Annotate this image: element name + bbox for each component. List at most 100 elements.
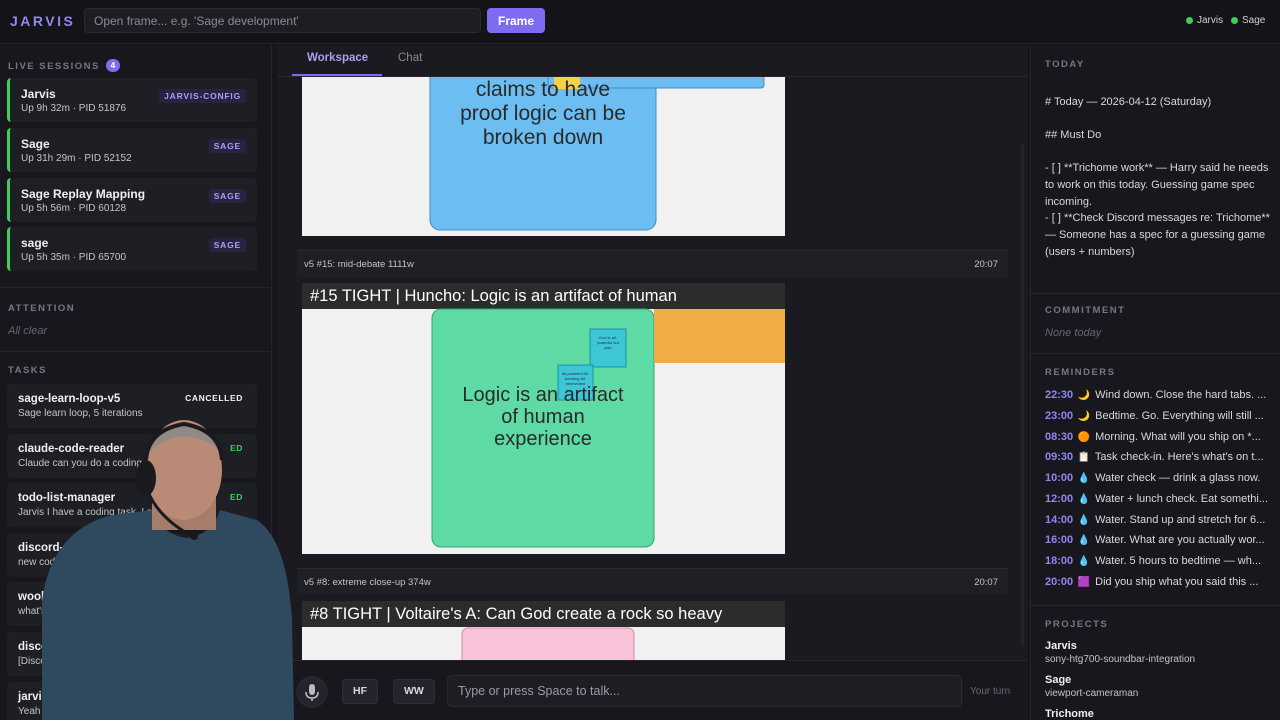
open-frame-input[interactable] <box>84 8 481 33</box>
ww-button[interactable]: WW <box>393 679 435 704</box>
hf-button[interactable]: HF <box>342 679 378 704</box>
status-jarvis: Jarvis <box>1186 15 1223 26</box>
scrollbar[interactable] <box>1021 145 1024 645</box>
moon-icon: 🌙 <box>1077 390 1091 401</box>
workspace-feed[interactable]: claims to have proof logic can be broken… <box>277 77 1028 660</box>
frame-thumbnail[interactable]: #15 TIGHT | Huncho: Logic is an artifact… <box>302 283 785 554</box>
task-status: CANCELLED <box>185 393 243 403</box>
water-drop-icon: 💧 <box>1077 473 1091 484</box>
frame-caption: v5 #8: extreme close-up 374w 20:07 <box>297 568 1008 595</box>
live-sessions-count: 4 <box>105 59 120 72</box>
todo-item: - [ ] **Check Discord messages re: Trich… <box>1045 212 1270 258</box>
divider <box>0 351 271 352</box>
reminder-item[interactable]: 10:00 💧 Water check — drink a glass now. <box>1045 472 1267 492</box>
project-name[interactable]: Sage <box>1045 674 1071 686</box>
composer-bar: HF WW Your turn <box>277 660 1028 720</box>
session-name: Sage Replay Mapping <box>21 187 146 201</box>
reminders-heading: REMINDERS <box>1045 367 1116 378</box>
webcam-person-image <box>42 420 294 720</box>
reminder-item[interactable]: 09:30 📋 Task check-in. Here's what's on … <box>1045 451 1267 471</box>
turn-indicator: Your turn <box>970 686 1011 697</box>
frame-text: claims to have proof logic can be broken… <box>460 78 626 149</box>
frame-illustration <box>461 627 635 660</box>
water-drop-icon: 💧 <box>1077 515 1091 526</box>
session-meta: Up 9h 32m · PID 51876 <box>21 103 127 114</box>
reminder-item[interactable]: 12:00 💧 Water + lunch check. Eat somethi… <box>1045 493 1267 513</box>
right-sidebar: TODAY # Today — 2026-04-12 (Saturday) ##… <box>1030 45 1280 720</box>
attention-heading: ATTENTION <box>8 303 76 314</box>
divider <box>0 287 271 288</box>
must-do-heading: ## Must Do <box>1045 129 1102 141</box>
today-heading: TODAY <box>1045 59 1085 70</box>
frame-button[interactable]: Frame <box>487 8 545 33</box>
project-branch: sony-htg700-soundbar-integration <box>1045 654 1196 665</box>
today-date: # Today — 2026-04-12 (Saturday) <box>1045 96 1212 108</box>
attention-empty: All clear <box>8 325 48 337</box>
session-jarvis[interactable]: Jarvis Up 9h 32m · PID 51876 JARVIS-CONF… <box>7 78 257 122</box>
session-name: Jarvis <box>21 87 56 101</box>
microphone-icon <box>305 684 319 701</box>
session-meta: Up 5h 35m · PID 65700 <box>21 252 127 263</box>
reminder-item[interactable]: 08:30 🟠 Morning. What will you ship on *… <box>1045 431 1267 451</box>
commitment-empty: None today <box>1045 327 1102 339</box>
mic-button[interactable] <box>296 676 328 708</box>
moon-icon: 🌙 <box>1077 411 1091 422</box>
status-jarvis-label: Jarvis <box>1197 15 1224 26</box>
reminder-item[interactable]: 18:00 💧 Water. 5 hours to bedtime — wh..… <box>1045 555 1267 575</box>
session-name: sage <box>21 236 49 250</box>
tab-chat[interactable]: Chat <box>398 52 422 64</box>
session-tag: SAGE <box>208 238 246 252</box>
webcam-overlay <box>42 420 294 720</box>
reminder-item[interactable]: 14:00 💧 Water. Stand up and stretch for … <box>1045 514 1267 534</box>
reminder-item[interactable]: 22:30 🌙 Wind down. Close the hard tabs. … <box>1045 389 1267 409</box>
session-sage-lower[interactable]: sage Up 5h 35m · PID 65700 SAGE <box>7 227 257 271</box>
water-drop-icon: 💧 <box>1077 535 1091 546</box>
frame-time: 20:07 <box>974 259 998 270</box>
project-branch: viewport-cameraman <box>1045 688 1139 699</box>
main-panel: Workspace Chat claims to have proof logi… <box>277 45 1028 720</box>
sun-icon: 🟠 <box>1077 432 1091 443</box>
frame-caption: v5 #15: mid-debate 1111w 20:07 <box>297 250 1008 277</box>
divider <box>1031 293 1280 294</box>
live-sessions-heading: LIVE SESSIONS 4 <box>8 59 120 72</box>
session-name: Sage <box>21 137 50 151</box>
reminder-item[interactable]: 23:00 🌙 Bedtime. Go. Everything will sti… <box>1045 410 1267 430</box>
task-desc: Sage learn loop, 5 iterations <box>18 408 143 419</box>
session-sage-replay-mapping[interactable]: Sage Replay Mapping Up 5h 56m · PID 6012… <box>7 178 257 222</box>
status-sage-label: Sage <box>1242 15 1266 26</box>
water-drop-icon: 💧 <box>1077 494 1091 505</box>
task-name: sage-learn-loop-v5 <box>18 393 121 405</box>
app-logo: JARVIS <box>10 13 76 29</box>
divider <box>1031 353 1280 354</box>
session-tag: JARVIS-CONFIG <box>159 89 246 103</box>
frame-caption-label: v5 #8: extreme close-up 374w <box>304 577 431 588</box>
project-name[interactable]: Jarvis <box>1045 640 1077 652</box>
frame-time: 20:07 <box>974 577 998 588</box>
divider <box>1031 605 1280 606</box>
todo-item: - [ ] **Trichome work** — Harry said he … <box>1045 162 1269 208</box>
frame-thumbnail[interactable]: #8 TIGHT | Voltaire's A: Can God create … <box>302 601 785 660</box>
online-dot-icon <box>1186 17 1193 24</box>
online-dot-icon <box>1231 17 1238 24</box>
session-tag: SAGE <box>208 139 246 153</box>
session-meta: Up 5h 56m · PID 60128 <box>21 203 127 214</box>
frame-thumbnail[interactable]: claims to have proof logic can be broken… <box>302 77 785 236</box>
frame-text: Logic is an artifact of human experience <box>462 384 624 450</box>
tasks-heading: TASKS <box>8 365 47 376</box>
tab-workspace[interactable]: Workspace <box>307 52 368 64</box>
commitment-heading: COMMITMENT <box>1045 305 1126 316</box>
reminder-item[interactable]: 16:00 💧 Water. What are you actually wor… <box>1045 534 1267 554</box>
reminder-item[interactable]: 20:00 🟪 Did you ship what you said this … <box>1045 576 1267 596</box>
sticky-note-1: God is all-powerful but pain <box>597 335 619 350</box>
session-sage[interactable]: Sage Up 31h 29m · PID 52152 SAGE <box>7 128 257 172</box>
projects-heading: PROJECTS <box>1045 619 1109 630</box>
calendar-icon: 🟪 <box>1077 577 1091 588</box>
project-name[interactable]: Trichome <box>1045 708 1094 720</box>
status-sage: Sage <box>1231 15 1265 26</box>
message-input[interactable] <box>447 675 962 707</box>
clipboard-icon: 📋 <box>1077 452 1091 463</box>
water-drop-icon: 💧 <box>1077 556 1091 567</box>
frame-caption-label: v5 #15: mid-debate 1111w <box>304 259 414 270</box>
session-tag: SAGE <box>208 189 246 203</box>
top-bar: JARVIS Frame Jarvis Sage <box>0 0 1280 44</box>
